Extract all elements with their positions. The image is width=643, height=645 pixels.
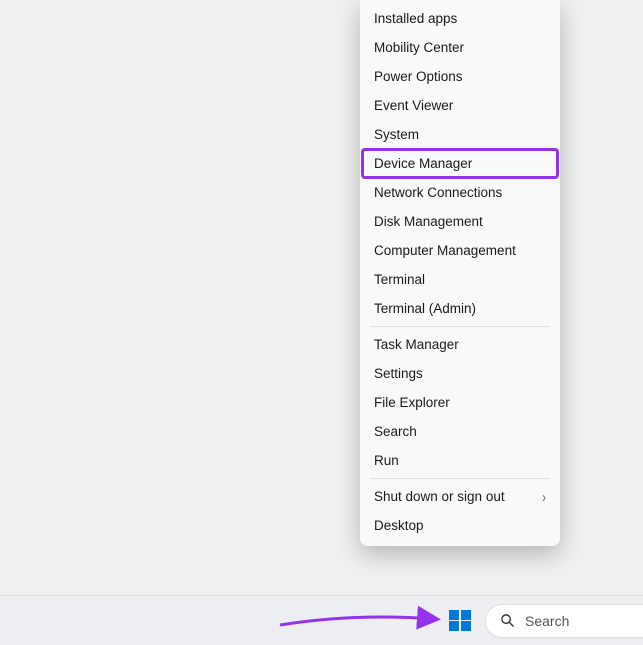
menu-item-file-explorer[interactable]: File Explorer [360,388,560,417]
menu-label: Computer Management [374,243,516,258]
menu-label: Run [374,453,399,468]
menu-label: Mobility Center [374,40,464,55]
menu-label: Disk Management [374,214,483,229]
windows-logo-icon [449,610,471,632]
menu-label: Installed apps [374,11,457,26]
menu-label: Settings [374,366,423,381]
menu-label: Device Manager [374,156,472,171]
winx-context-menu: Installed apps Mobility Center Power Opt… [360,0,560,546]
menu-item-installed-apps[interactable]: Installed apps [360,4,560,33]
menu-label: Search [374,424,417,439]
menu-item-desktop[interactable]: Desktop [360,511,560,540]
menu-item-shutdown[interactable]: Shut down or sign out › [360,482,560,511]
menu-item-disk-management[interactable]: Disk Management [360,207,560,236]
menu-item-task-manager[interactable]: Task Manager [360,330,560,359]
menu-item-search[interactable]: Search [360,417,560,446]
menu-label: Terminal [374,272,425,287]
menu-item-power-options[interactable]: Power Options [360,62,560,91]
menu-item-terminal-admin[interactable]: Terminal (Admin) [360,294,560,323]
menu-label: File Explorer [374,395,450,410]
menu-label: System [374,127,419,142]
taskbar: Search [0,595,643,645]
menu-item-network-connections[interactable]: Network Connections [360,178,560,207]
menu-label: Network Connections [374,185,502,200]
search-placeholder: Search [525,613,569,629]
taskbar-search-box[interactable]: Search [485,604,643,638]
start-button[interactable] [446,607,474,635]
search-icon [500,613,515,628]
menu-label: Event Viewer [374,98,453,113]
menu-item-mobility-center[interactable]: Mobility Center [360,33,560,62]
menu-item-system[interactable]: System [360,120,560,149]
menu-item-event-viewer[interactable]: Event Viewer [360,91,560,120]
menu-label: Shut down or sign out [374,489,505,504]
menu-label: Desktop [374,518,424,533]
chevron-right-icon: › [542,488,546,505]
menu-item-computer-management[interactable]: Computer Management [360,236,560,265]
menu-item-settings[interactable]: Settings [360,359,560,388]
menu-separator [370,478,550,479]
menu-separator [370,326,550,327]
menu-label: Task Manager [374,337,459,352]
menu-label: Power Options [374,69,463,84]
menu-item-device-manager[interactable]: Device Manager [362,149,558,178]
menu-item-run[interactable]: Run [360,446,560,475]
menu-item-terminal[interactable]: Terminal [360,265,560,294]
menu-label: Terminal (Admin) [374,301,476,316]
